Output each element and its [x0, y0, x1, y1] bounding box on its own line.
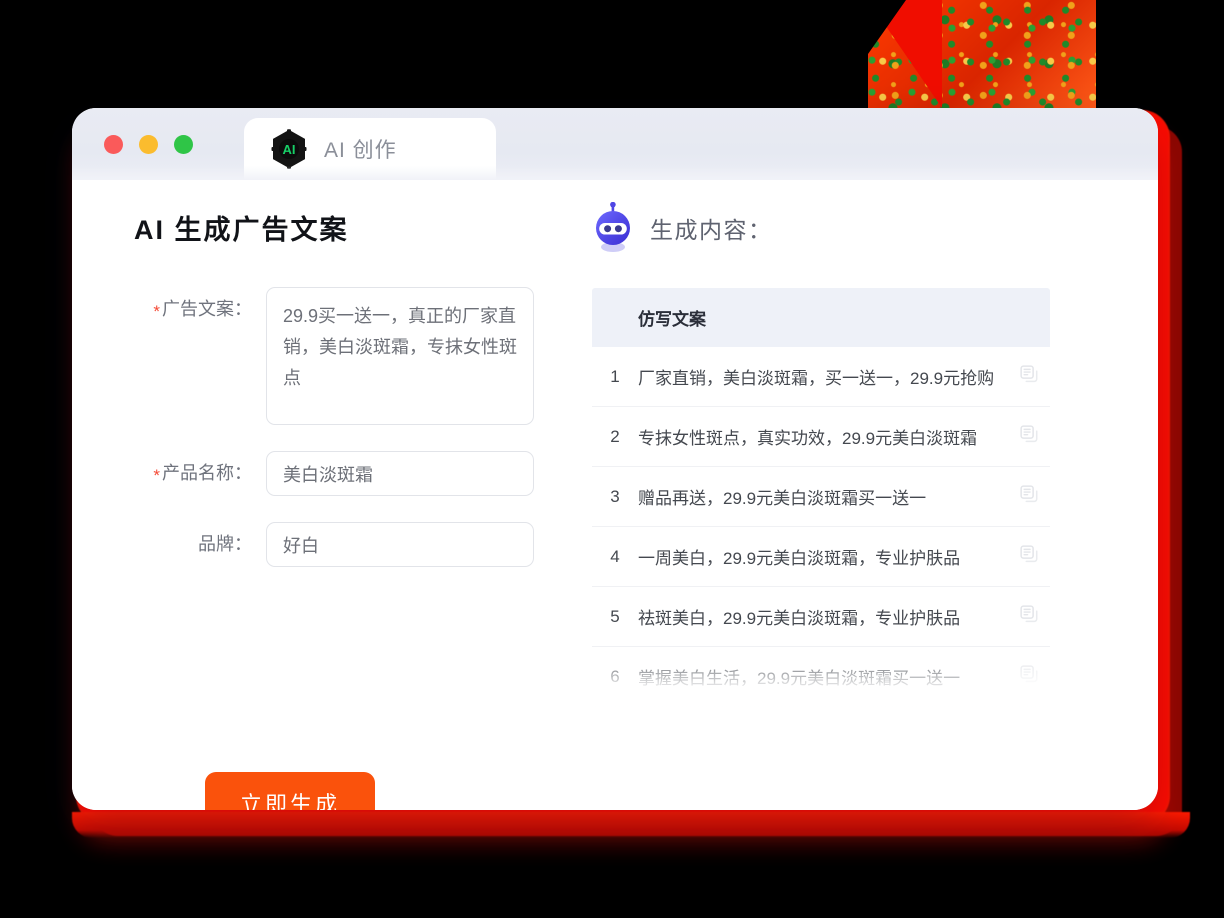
robot-icon	[592, 201, 634, 254]
row-copy-text: 女神必备，29.9元美白淡斑霜，护肤必备	[638, 707, 1008, 711]
table-row[interactable]: 2 专抹女性斑点，真实功效，29.9元美白淡斑霜	[592, 406, 1050, 467]
traffic-light-group	[72, 134, 244, 154]
column-header-action	[1008, 288, 1050, 347]
tab-ai-creation[interactable]: AI AI 创作	[244, 118, 496, 180]
product-name-input[interactable]: 美白淡斑霜	[266, 451, 534, 496]
field-label-text: 品牌：	[198, 534, 252, 554]
copy-icon[interactable]	[1019, 364, 1039, 384]
table-row[interactable]: 1 厂家直销，美白淡斑霜，买一送一，29.9元抢购	[592, 347, 1050, 407]
results-panel: 生成内容： 仿写文案 1 厂家直销，美白淡斑霜，买一送一，29.9元抢购 2 专抹女性…	[592, 180, 1158, 810]
field-label-text: 产品名称：	[162, 463, 252, 483]
maximize-button[interactable]	[174, 134, 193, 154]
copy-icon-cell[interactable]	[1008, 466, 1050, 527]
brand-input[interactable]: 好白	[266, 522, 534, 567]
tab-label: AI 创作	[324, 139, 397, 162]
copy-icon-cell[interactable]	[1008, 526, 1050, 587]
close-button[interactable]	[104, 134, 123, 154]
copy-icon[interactable]	[1019, 484, 1039, 504]
form-panel: AI 生成广告文案 * 广告文案： 29.9买一送一，真正的厂家直销，美白淡斑霜，…	[72, 180, 592, 810]
minimize-button[interactable]	[139, 134, 158, 154]
row-index: 3	[592, 466, 638, 527]
copy-icon[interactable]	[1019, 604, 1039, 624]
results-title: 生成内容：	[650, 217, 773, 243]
field-brand: 品牌： 好白	[134, 522, 592, 567]
row-copy-text: 祛斑美白，29.9元美白淡斑霜，专业护肤品	[638, 586, 1008, 647]
table-row[interactable]: 3 赠品再送，29.9元美白淡斑霜买一送一	[592, 466, 1050, 527]
row-index: 4	[592, 526, 638, 587]
copy-icon[interactable]	[1019, 544, 1039, 564]
copy-icon[interactable]	[1019, 424, 1039, 444]
row-index: 5	[592, 586, 638, 647]
required-asterisk-icon: *	[153, 466, 160, 485]
ai-hexagon-logo-icon: AI	[268, 128, 310, 170]
field-label-product-name: * 产品名称：	[134, 451, 266, 485]
table-row[interactable]: 5 祛斑美白，29.9元美白淡斑霜，专业护肤品	[592, 586, 1050, 647]
field-label-brand: 品牌：	[134, 522, 266, 556]
row-copy-text: 厂家直销，美白淡斑霜，买一送一，29.9元抢购	[638, 347, 1008, 407]
svg-text:AI: AI	[283, 142, 296, 157]
results-header: 生成内容：	[592, 201, 1096, 254]
copy-icon[interactable]	[1019, 664, 1039, 684]
table-row[interactable]: 7女神必备，29.9元美白淡斑霜，护肤必备	[592, 707, 1050, 711]
column-header-copy: 仿写文案	[638, 288, 1008, 347]
row-index: 1	[592, 347, 638, 407]
row-copy-text: 专抹女性斑点，真实功效，29.9元美白淡斑霜	[638, 406, 1008, 467]
ad-copy-textarea[interactable]: 29.9买一送一，真正的厂家直销，美白淡斑霜，专抹女性斑点	[266, 287, 534, 425]
row-copy-text: 掌握美白生活，29.9元美白淡斑霜买一送一	[638, 646, 1008, 707]
copy-icon-cell[interactable]	[1008, 406, 1050, 467]
results-table-head: 仿写文案	[592, 288, 1050, 347]
column-header-index	[592, 288, 638, 347]
window-titlebar: AI AI 创作	[72, 108, 1158, 180]
generate-button[interactable]: 立即生成	[205, 772, 375, 810]
card-edge	[1049, 288, 1050, 710]
copy-icon-cell[interactable]	[1008, 646, 1050, 707]
field-label-text: 广告文案：	[162, 299, 252, 319]
table-row[interactable]: 4 一周美白，29.9元美白淡斑霜，专业护肤品	[592, 526, 1050, 587]
field-ad-copy: * 广告文案： 29.9买一送一，真正的厂家直销，美白淡斑霜，专抹女性斑点	[134, 287, 592, 425]
table-row[interactable]: 6 掌握美白生活，29.9元美白淡斑霜买一送一	[592, 646, 1050, 707]
app-window: AI AI 创作 AI 生成广告文案 * 广告文案： 29.9买一送一，真正的厂家…	[72, 108, 1158, 810]
row-copy-text: 一周美白，29.9元美白淡斑霜，专业护肤品	[638, 526, 1008, 587]
row-copy-text: 赠品再送，29.9元美白淡斑霜买一送一	[638, 466, 1008, 527]
field-label-ad-copy: * 广告文案：	[134, 287, 266, 321]
required-asterisk-icon: *	[153, 302, 160, 321]
copy-icon-cell[interactable]	[1008, 586, 1050, 647]
results-table-body: 1 厂家直销，美白淡斑霜，买一送一，29.9元抢购 2 专抹女性斑点，真实功效，29.…	[592, 347, 1050, 710]
screenshot-stage: AI AI 创作 AI 生成广告文案 * 广告文案： 29.9买一送一，真正的厂家…	[0, 0, 1224, 918]
row-index: 7	[592, 707, 638, 711]
field-product-name: * 产品名称： 美白淡斑霜	[134, 451, 592, 496]
row-index: 2	[592, 406, 638, 467]
decorative-arrow-notch	[868, 0, 906, 54]
row-index: 6	[592, 646, 638, 707]
window-body: AI 生成广告文案 * 广告文案： 29.9买一送一，真正的厂家直销，美白淡斑霜，…	[72, 180, 1158, 810]
copy-icon-cell[interactable]	[1008, 347, 1050, 407]
results-card: 仿写文案 1 厂家直销，美白淡斑霜，买一送一，29.9元抢购 2 专抹女性斑点，真实功…	[592, 288, 1050, 710]
table-header-row: 仿写文案	[592, 288, 1050, 347]
results-table: 仿写文案 1 厂家直销，美白淡斑霜，买一送一，29.9元抢购 2 专抹女性斑点，真实功…	[592, 288, 1050, 710]
copy-icon-cell[interactable]	[1008, 707, 1050, 711]
page-title: AI 生成广告文案	[134, 215, 349, 245]
